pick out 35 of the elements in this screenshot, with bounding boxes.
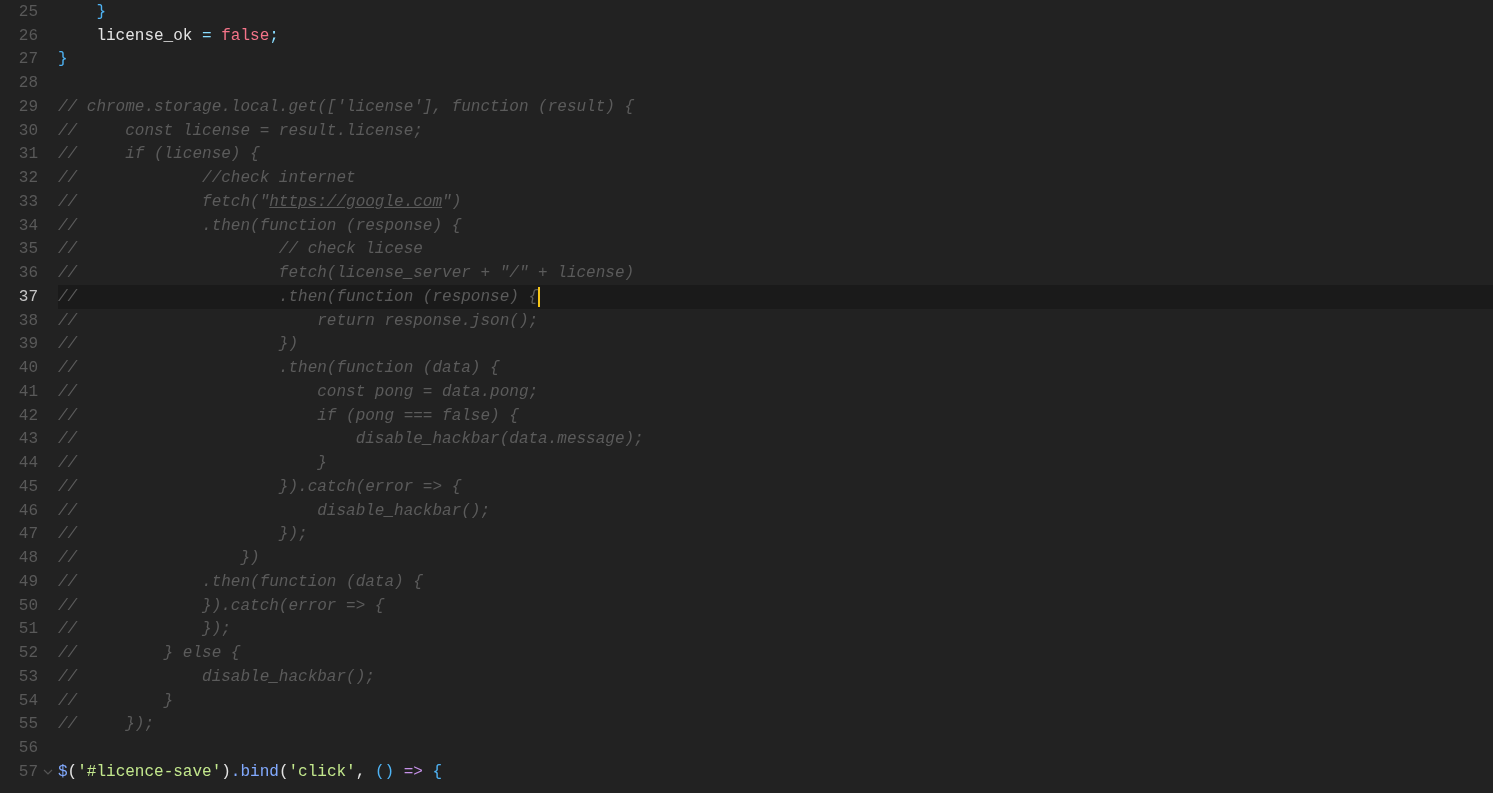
- code-line: $('#licence-save').bind('click', () => {: [58, 762, 443, 781]
- code-line: license_ok = false;: [95, 26, 279, 45]
- code-line: // }).catch(error => {: [58, 596, 385, 615]
- fold-chevron-icon[interactable]: [43, 768, 53, 775]
- code-line: // }: [58, 691, 174, 710]
- code-line: // });: [58, 715, 154, 734]
- code-line: }: [95, 2, 106, 21]
- code-line: // disable_hackbar();: [58, 667, 375, 686]
- code-line: // }): [58, 549, 260, 568]
- code-line: // return response.json();: [58, 311, 539, 330]
- code-line: // .then(function (response) {: [58, 216, 462, 235]
- code-line: // });: [58, 525, 308, 544]
- code-line: // .then(function (data) {: [58, 572, 423, 591]
- code-line: // const pong = data.pong;: [58, 382, 539, 401]
- code-line: // } else {: [58, 644, 241, 663]
- line-number: 37: [17, 287, 38, 306]
- text-cursor: [538, 286, 541, 307]
- code-line: // if (pong === false) {: [58, 406, 519, 425]
- code-line: // fetch(license_server + "/" + license): [58, 264, 635, 283]
- code-line: // }: [58, 454, 327, 473]
- code-line: // const license = result.license;: [58, 121, 423, 140]
- code-line: // disable_hackbar(data.message);: [58, 430, 644, 449]
- url-link[interactable]: https://google.com: [269, 192, 443, 211]
- code-line: // }): [58, 335, 299, 354]
- code-line: // chrome.storage.local.get(['license'], function (result) {: [58, 97, 635, 116]
- code-line: // .then(function (data) {: [58, 359, 500, 378]
- code-line: }: [58, 50, 68, 69]
- code-line: // //check internet: [58, 169, 356, 188]
- code-line: // disable_hackbar();: [58, 501, 491, 520]
- code-line: // .then(function (response) {: [58, 287, 539, 306]
- code-line: // }).catch(error => {: [58, 477, 462, 496]
- code-line: // fetch("https://google.com"): [58, 192, 462, 211]
- code-line: // // check licese: [58, 240, 423, 259]
- code-line: // if (license) {: [58, 145, 260, 164]
- code-line: // });: [58, 620, 231, 639]
